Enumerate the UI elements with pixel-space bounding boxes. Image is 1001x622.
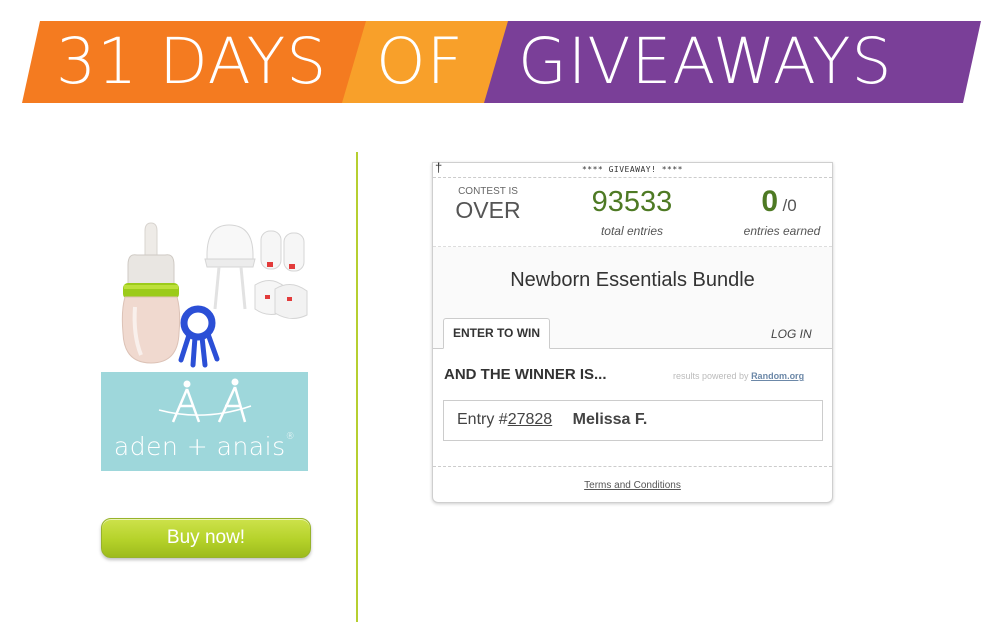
tab-enter-to-win[interactable]: ENTER TO WIN [443, 318, 550, 349]
widget-stats: CONTEST IS OVER 93533 total entries 0 /0… [433, 178, 832, 247]
banner-giveaways-text: GIVEAWAYS [518, 25, 893, 98]
product-image[interactable] [101, 215, 309, 370]
widget-title-area: Newborn Essentials Bundle ENTER TO WIN L… [433, 247, 832, 349]
aden-anais-logo[interactable]: aden + anais® [101, 372, 308, 471]
widget-header: † **** GIVEAWAY! **** [433, 160, 832, 178]
buy-now-button[interactable]: Buy now! [101, 518, 311, 558]
giveaway-title: Newborn Essentials Bundle [510, 269, 755, 291]
banner-days-text: 31 DAYS [56, 25, 328, 98]
powered-by-prefix: results powered by [673, 371, 749, 381]
column-divider [356, 152, 358, 622]
total-entries-count: 93533 [591, 186, 673, 218]
giveaway-banner: 31 DAYS OF GIVEAWAYS [0, 0, 1001, 110]
total-entries-label: total entries [600, 224, 664, 238]
entries-earned-count: 0 /0 [733, 185, 825, 219]
entry-number-link[interactable]: 27828 [508, 411, 553, 428]
winner-name: Melissa F. [572, 411, 648, 428]
entries-earned-total: /0 [782, 196, 797, 215]
banner-of-text: OF [376, 25, 464, 98]
brand-name: aden + anais® [113, 432, 296, 461]
giveaway-widget: † **** GIVEAWAY! **** CONTEST IS OVER 93… [432, 160, 833, 503]
widget-header-label: **** GIVEAWAY! **** [581, 165, 683, 174]
winner-entry: Entry #27828 Melissa F. [443, 400, 823, 441]
entry-prefix: Entry # [457, 411, 508, 428]
footer-divider [433, 466, 832, 468]
brand-figures-icon [158, 378, 252, 423]
contest-status: OVER [455, 197, 521, 223]
winner-heading: AND THE WINNER IS... [444, 366, 607, 383]
powered-by: results powered by Random.org [673, 371, 804, 381]
terms-link[interactable]: Terms and Conditions [433, 480, 832, 491]
entries-earned-number: 0 [761, 185, 779, 218]
tab-log-in[interactable]: LOG IN [771, 327, 812, 341]
contest-label: CONTEST IS [458, 186, 518, 197]
entries-earned-label: entries earned [743, 224, 821, 238]
random-org-link[interactable]: Random.org [751, 371, 804, 381]
